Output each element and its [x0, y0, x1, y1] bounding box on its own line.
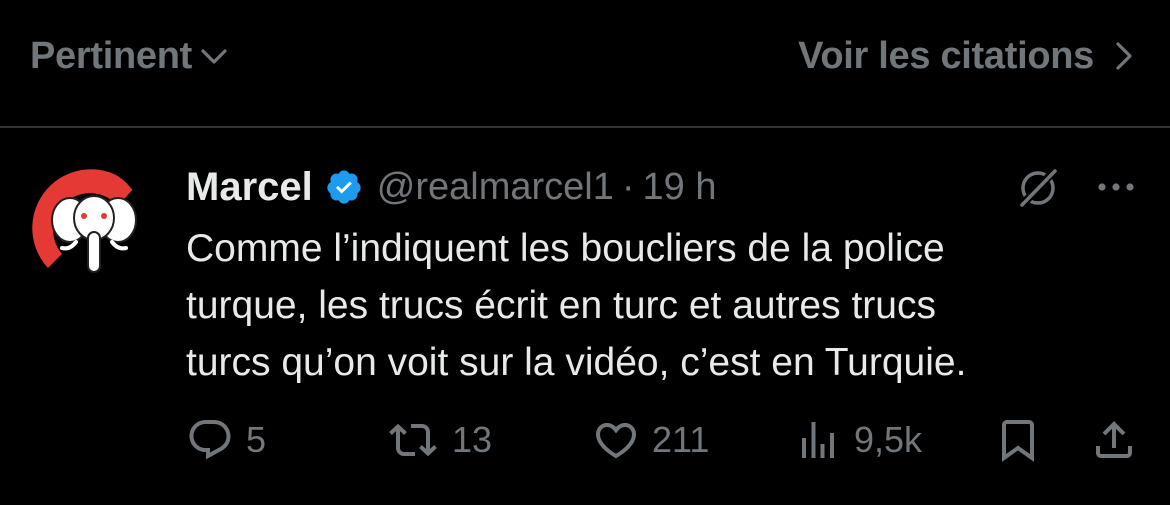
- tweet-header: Marcel @realmarcel1 · 19 h: [186, 162, 716, 212]
- tweet-actions: 5 13 211 9,5k: [0, 412, 1170, 468]
- tweet-text: Comme l’indiquent les boucliers de la po…: [186, 220, 1126, 391]
- reply-button[interactable]: 5: [186, 412, 266, 468]
- like-count: 211: [652, 419, 710, 460]
- views-button[interactable]: 9,5k: [794, 412, 922, 468]
- sort-toggle[interactable]: Pertinent: [30, 30, 228, 82]
- like-button[interactable]: 211: [592, 412, 709, 468]
- separator-dot: ·: [621, 165, 635, 208]
- repost-count: 13: [452, 419, 493, 460]
- view-quotes-label: Voir les citations: [798, 34, 1094, 77]
- share-icon: [1096, 421, 1132, 458]
- conversation-header: Pertinent Voir les citations: [0, 0, 1170, 128]
- tweet-text-line: turque, les trucs écrit en turc et autre…: [186, 284, 936, 327]
- timestamp[interactable]: 19 h: [643, 166, 717, 209]
- verified-badge[interactable]: [325, 168, 363, 206]
- bookmark-icon: [1002, 420, 1034, 462]
- author-handle[interactable]: @realmarcel1: [377, 166, 614, 209]
- tweet-text-line: turcs qu’on voit sur la vidéo, c’est en …: [186, 341, 967, 384]
- tweet-text-line: Comme l’indiquent les boucliers de la po…: [186, 227, 945, 270]
- view-quotes-link[interactable]: Voir les citations: [798, 30, 1134, 82]
- bookmark-button[interactable]: [994, 412, 1042, 468]
- reply-count: 5: [246, 419, 267, 460]
- more-icon[interactable]: [1094, 172, 1138, 202]
- avatar[interactable]: [26, 166, 144, 284]
- chevron-right-icon: [1116, 42, 1132, 70]
- views-icon: [802, 422, 834, 458]
- repost-button[interactable]: 13: [386, 412, 492, 468]
- views-count: 9,5k: [854, 419, 923, 460]
- heart-icon: [595, 423, 637, 459]
- sort-label: Pertinent: [30, 34, 192, 77]
- elephant-logo-icon: [26, 166, 144, 284]
- chevron-down-icon: [201, 49, 227, 64]
- repost-icon: [389, 423, 437, 457]
- reply-icon: [189, 420, 231, 460]
- author-name[interactable]: Marcel: [186, 165, 313, 210]
- verified-badge-icon: [327, 170, 361, 204]
- grok-icon[interactable]: [1014, 164, 1062, 212]
- share-button[interactable]: [1090, 412, 1138, 468]
